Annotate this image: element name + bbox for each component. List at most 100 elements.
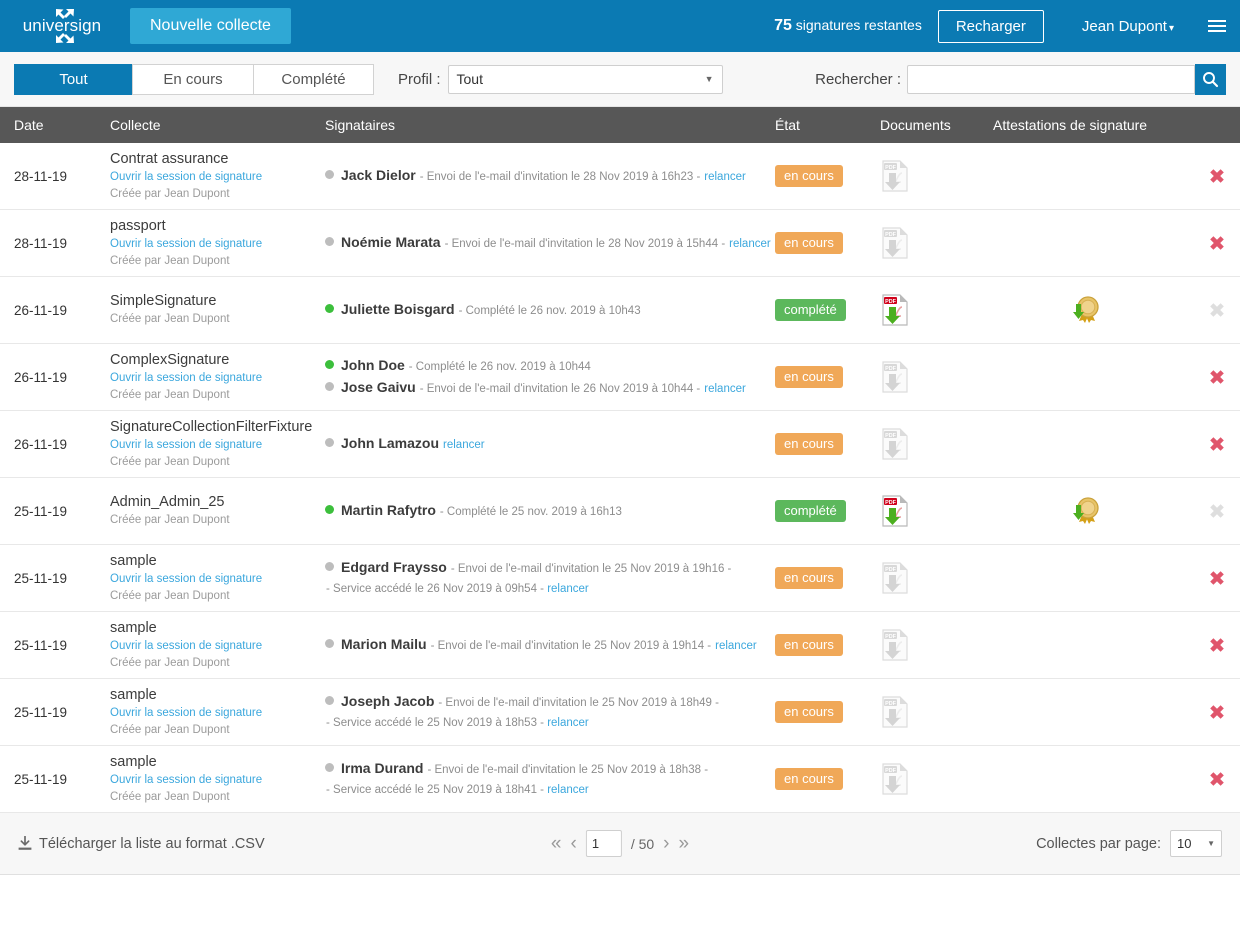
cell-signataires: Juliette Boisgard - Complété le 26 nov. 2… [325, 299, 775, 321]
last-page-button[interactable]: » [679, 834, 690, 853]
relancer-link[interactable]: relancer [547, 717, 589, 729]
cell-delete[interactable] [1193, 568, 1240, 588]
cell-delete[interactable] [1193, 166, 1240, 186]
cell-etat: en cours [775, 165, 880, 187]
collection-creator: Créée par Jean Dupont [110, 313, 230, 325]
pdf-download-icon[interactable]: PDF [880, 293, 910, 327]
column-header-date: Date [14, 117, 44, 133]
profil-select[interactable]: Tout ▼ [447, 64, 723, 94]
svg-text:PDF: PDF [885, 634, 896, 640]
cell-collection: SignatureCollectionFilterFixture Ouvrir l… [110, 418, 325, 471]
cell-etat: en cours [775, 567, 880, 589]
open-signature-session-link[interactable]: Ouvrir la session de signature [110, 705, 325, 722]
search-button[interactable] [1195, 63, 1226, 95]
table-body: 28-11-19 Contrat assurance Ouvrir la sessi… [0, 143, 1240, 813]
filter-bar: Tout En cours Complété Profil : Tout ▼ R… [0, 52, 1240, 107]
next-page-button[interactable]: › [663, 834, 669, 853]
cell-delete[interactable] [1193, 367, 1240, 387]
delete-collection-icon[interactable] [1207, 434, 1227, 454]
tab-complete[interactable]: Complété [253, 63, 374, 95]
download-csv-link[interactable]: Télécharger la liste au format .CSV [18, 836, 265, 852]
cell-documents[interactable]: PDF [880, 293, 993, 327]
cell-etat: complété [775, 299, 880, 321]
signature-attestation-icon[interactable] [1071, 495, 1103, 527]
open-signature-session-link[interactable]: Ouvrir la session de signature [110, 571, 325, 588]
pdf-download-icon: PDF [882, 696, 908, 728]
recharge-button[interactable]: Recharger [937, 9, 1044, 43]
signer-entry: Noémie Marata - Envoi de l'e-mail d'invit… [325, 232, 775, 254]
open-signature-session-link[interactable]: Ouvrir la session de signature [110, 370, 325, 387]
page-number-input[interactable] [585, 830, 622, 857]
signer-name: John Doe [341, 357, 405, 373]
cell-delete[interactable] [1193, 233, 1240, 253]
search-input[interactable] [907, 64, 1195, 94]
table-header: Date Collecte Signataires État Documents… [0, 107, 1240, 143]
column-header-documents: Documents [880, 117, 951, 133]
signer-status-text: - Complété le 26 nov. 2019 à 10h43 [458, 305, 641, 317]
signer-entry: Jose Gaivu - Envoi de l'e-mail d'invitati… [325, 377, 775, 399]
delete-collection-icon[interactable] [1207, 769, 1227, 789]
pdf-download-icon[interactable]: PDF [880, 494, 910, 528]
signer-entry: Marion Mailu - Envoi de l'e-mail d'invita… [325, 634, 775, 656]
cell-attestation[interactable] [993, 495, 1193, 527]
cell-signataires: Edgard Fraysso - Envoi de l'e-mail d'invi… [325, 557, 775, 599]
universign-logo[interactable]: universign [12, 5, 112, 47]
cell-attestation[interactable] [993, 294, 1193, 326]
open-signature-session-link[interactable]: Ouvrir la session de signature [110, 437, 325, 454]
cell-delete[interactable] [1193, 434, 1240, 454]
relancer-link[interactable]: relancer [715, 636, 757, 656]
profil-selected-value: Tout [456, 71, 483, 87]
cell-date: 25-11-19 [14, 570, 68, 586]
delete-collection-icon[interactable] [1207, 568, 1227, 588]
previous-page-button[interactable]: ‹ [570, 834, 576, 853]
signer-name: John Lamazou [341, 435, 440, 451]
tab-tout[interactable]: Tout [14, 63, 132, 95]
cell-delete [1193, 300, 1240, 320]
signer-entry: Jack Dielor - Envoi de l'e-mail d'invitat… [325, 165, 775, 187]
signatures-count: 75 [774, 17, 792, 34]
signature-attestation-icon[interactable] [1071, 294, 1103, 326]
cell-delete[interactable] [1193, 769, 1240, 789]
user-menu[interactable]: Jean Dupont ▾ [1082, 18, 1174, 35]
signer-status-dot [325, 438, 334, 447]
cell-date: 28-11-19 [14, 235, 68, 251]
delete-collection-icon[interactable] [1207, 635, 1227, 655]
relancer-link[interactable]: relancer [547, 583, 589, 595]
table-row: 26-11-19 SimpleSignature Créée par Jean Du… [0, 277, 1240, 344]
first-page-button[interactable]: « [551, 834, 562, 853]
hamburger-menu-icon[interactable] [1208, 20, 1226, 32]
relancer-link[interactable]: relancer [547, 784, 589, 796]
signer-status-dot [325, 382, 334, 391]
cell-date: 26-11-19 [14, 302, 68, 318]
relancer-link[interactable]: relancer [443, 435, 485, 455]
delete-collection-icon[interactable] [1207, 367, 1227, 387]
pagination: « ‹ / 50 › » [551, 830, 689, 857]
chevron-down-icon: ▼ [1207, 839, 1215, 848]
tab-en-cours[interactable]: En cours [132, 63, 253, 95]
new-collection-button[interactable]: Nouvelle collecte [130, 8, 291, 44]
table-row: 25-11-19 sample Ouvrir la session de signa… [0, 746, 1240, 813]
open-signature-session-link[interactable]: Ouvrir la session de signature [110, 169, 325, 186]
cell-signataires: Joseph Jacob - Envoi de l'e-mail d'invita… [325, 691, 775, 733]
cell-collection: SimpleSignature Créée par Jean Dupont [110, 292, 325, 328]
relancer-link[interactable]: relancer [704, 379, 746, 399]
signer-sub-status: - Service accédé le 26 Nov 2019 à 09h54 … [326, 583, 589, 595]
column-header-attestations: Attestations de signature [993, 117, 1148, 133]
cell-delete[interactable] [1193, 702, 1240, 722]
delete-collection-icon[interactable] [1207, 702, 1227, 722]
profil-filter: Profil : Tout ▼ [398, 64, 723, 94]
cell-documents[interactable]: PDF [880, 494, 993, 528]
relancer-link[interactable]: relancer [729, 234, 771, 254]
open-signature-session-link[interactable]: Ouvrir la session de signature [110, 236, 325, 253]
open-signature-session-link[interactable]: Ouvrir la session de signature [110, 638, 325, 655]
per-page-select[interactable]: 10 ▼ [1170, 830, 1222, 857]
signer-name: Martin Rafytro [341, 502, 436, 518]
collection-name: sample [110, 753, 157, 770]
status-badge: complété [775, 299, 846, 321]
delete-collection-icon[interactable] [1207, 233, 1227, 253]
delete-collection-icon[interactable] [1207, 166, 1227, 186]
open-signature-session-link[interactable]: Ouvrir la session de signature [110, 772, 325, 789]
top-header-bar: universign Nouvelle collecte 75 signatur… [0, 0, 1240, 52]
relancer-link[interactable]: relancer [704, 167, 746, 187]
cell-delete[interactable] [1193, 635, 1240, 655]
